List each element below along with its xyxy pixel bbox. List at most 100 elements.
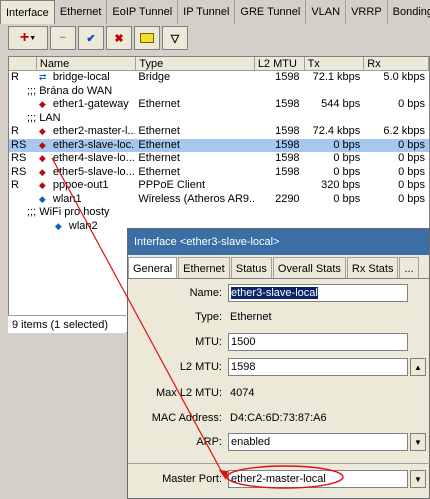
comment-button[interactable] <box>134 26 160 50</box>
tab-interface[interactable]: Interface <box>0 0 55 24</box>
master-port-select[interactable]: ether2-master-local <box>228 470 408 488</box>
cell-rx: 6.2 kbps <box>383 125 425 137</box>
col-type[interactable]: Type <box>136 57 255 70</box>
type-value: Ethernet <box>230 311 272 323</box>
mtu-input[interactable]: 1500 <box>228 333 408 351</box>
comment-row[interactable]: ;;; LAN <box>9 112 429 126</box>
master-port-row: Master Port: ether2-master-local ▼ <box>128 469 426 489</box>
dialog-tab-overall-stats[interactable]: Overall Stats <box>272 257 346 278</box>
cell-name: ◆ ether4-slave-lo... <box>37 152 137 166</box>
cell-flag <box>9 98 37 112</box>
cell-rx: 0 bps <box>398 165 425 178</box>
cell-type: Ethernet <box>138 152 180 164</box>
col-l2mtu[interactable]: L2 MTU <box>255 57 305 70</box>
ethernet-icon: ◆ <box>38 166 46 177</box>
tab-vrrp[interactable]: VRRP <box>346 0 388 24</box>
tab-gre-tunnel[interactable]: GRE Tunnel <box>235 0 307 24</box>
cell-tx: 0 bps <box>333 152 361 164</box>
cell-type: Ethernet <box>138 138 180 151</box>
tab-ip-tunnel[interactable]: IP Tunnel <box>178 0 236 24</box>
cell-name: ◆ ether5-slave-lo... <box>37 166 137 180</box>
row-comment: ;;; Brána do WAN <box>27 84 113 97</box>
mac-row: MAC Address: D4:CA:6D:73:87:A6 <box>128 408 327 428</box>
mac-label: MAC Address: <box>151 412 222 424</box>
cell-name: ◆ wlan1 <box>37 193 137 207</box>
tab-bonding[interactable]: Bonding <box>388 0 430 24</box>
cell-l2: 1598 <box>275 165 300 178</box>
table-row[interactable]: ◆ wlan1 Wireless (Atheros AR9... 2290 0 bps 0… <box>9 193 429 207</box>
tab-eoip-tunnel[interactable]: EoIP Tunnel <box>107 0 179 24</box>
interface-name: ether1-gateway <box>52 98 129 110</box>
table-header: Name Type L2 MTU Tx Rx <box>9 57 429 71</box>
cell-flag: RS <box>11 152 27 164</box>
interface-tabs: Interface Ethernet EoIP Tunnel IP Tunnel… <box>0 0 430 24</box>
name-value: ether3-slave-local <box>231 287 318 299</box>
comment-icon <box>140 33 154 43</box>
table-row[interactable]: RS ◆ ether3-slave-loc... Ethernet 1598 0 bps 0… <box>9 138 429 152</box>
l2mtu-toggle-icon[interactable]: ▲ <box>410 358 426 376</box>
table-row[interactable]: ◆ ether1-gateway Ethernet 1598 544 bps 0 bps <box>9 98 429 112</box>
toolbar: + ▼ − ✔ ✖ ▽ <box>8 26 188 52</box>
filter-button[interactable]: ▽ <box>162 26 188 50</box>
type-row: Type: Ethernet <box>128 307 272 327</box>
ethernet-icon: ◆ <box>38 139 46 150</box>
cell-tx: 544 bps <box>321 98 361 110</box>
table-body: R ⇄ bridge-local Bridge 1598 72.1 kbps 5.0 kbp… <box>9 71 429 233</box>
tab-ethernet[interactable]: Ethernet <box>55 0 108 24</box>
interface-name: ether5-slave-lo... <box>52 165 135 178</box>
row-comment: ;;; WiFi pro hosty <box>27 206 110 218</box>
cell-tx: 0 bps <box>333 165 361 178</box>
cell-flag: R <box>11 179 19 191</box>
col-tx[interactable]: Tx <box>305 57 365 70</box>
cell-name: ◆ wlan2 <box>37 220 137 234</box>
comment-row[interactable]: ;;; WiFi pro hosty <box>9 206 429 220</box>
name-input[interactable]: ether3-slave-local <box>228 284 408 302</box>
table-row[interactable]: RS ◆ ether4-slave-lo... Ethernet 1598 0 bps 0 … <box>9 152 429 166</box>
tab-vlan[interactable]: VLAN <box>306 0 347 24</box>
disable-button[interactable]: ✖ <box>106 26 132 50</box>
interface-name: pppoe-out1 <box>52 179 109 191</box>
master-port-label: Master Port: <box>162 473 222 485</box>
max-l2mtu-label: Max L2 MTU: <box>155 387 222 399</box>
mac-value: D4:CA:6D:73:87:A6 <box>230 412 327 424</box>
dialog-tab-rx-stats[interactable]: Rx Stats <box>346 257 399 278</box>
cell-l2: 1598 <box>275 125 300 137</box>
l2mtu-row: L2 MTU: 1598 ▲ <box>128 357 426 377</box>
pppoe-icon: ◆ <box>38 180 46 190</box>
bridge-icon: ⇄ <box>38 72 47 82</box>
dialog-tab-status[interactable]: Status <box>230 257 272 278</box>
table-row[interactable]: RS ◆ ether5-slave-lo... Ethernet 1598 0 bps 0 … <box>9 166 429 180</box>
arp-row: ARP: enabled ▼ <box>128 432 426 452</box>
master-port-dropdown-icon[interactable]: ▼ <box>410 470 426 488</box>
cell-rx: 0 bps <box>398 179 425 191</box>
table-row[interactable]: R ◆ pppoe-out1 PPPoE Client 320 bps 0 bps <box>9 179 429 193</box>
dialog-tab-general[interactable]: General <box>128 257 178 278</box>
arp-dropdown-icon[interactable]: ▼ <box>410 433 426 451</box>
chevron-down-icon: ▼ <box>29 34 37 42</box>
cell-name: ◆ ether2-master-l... <box>37 125 137 139</box>
interface-name: bridge-local <box>52 71 110 83</box>
add-button[interactable]: + ▼ <box>8 26 48 50</box>
interface-name: ether2-master-l... <box>52 125 137 137</box>
table-row[interactable]: R ⇄ bridge-local Bridge 1598 72.1 kbps 5.0 kbp… <box>9 71 429 85</box>
arp-select[interactable]: enabled <box>228 433 408 451</box>
enable-button[interactable]: ✔ <box>78 26 104 50</box>
col-flags[interactable] <box>9 57 37 70</box>
col-name[interactable]: Name <box>37 57 137 70</box>
comment-row[interactable]: ;;; Brána do WAN <box>9 85 429 99</box>
cell-name: ⇄ bridge-local <box>37 71 137 85</box>
table-row[interactable]: R ◆ ether2-master-l... Ethernet 1598 72.4 kbp… <box>9 125 429 139</box>
l2mtu-input[interactable]: 1598 <box>228 358 408 376</box>
cell-tx: 0 bps <box>333 138 361 151</box>
l2mtu-label: L2 MTU: <box>179 361 222 373</box>
remove-button[interactable]: − <box>50 26 76 50</box>
col-rx[interactable]: Rx <box>364 57 429 70</box>
dialog-tab-more[interactable]: ... <box>399 257 419 278</box>
arp-label: ARP: <box>196 436 222 448</box>
dialog-tab-ethernet[interactable]: Ethernet <box>178 257 230 278</box>
divider <box>128 463 430 464</box>
cell-tx: 72.4 kbps <box>312 125 361 137</box>
plus-icon: + <box>19 29 30 46</box>
cell-l2: 1598 <box>275 138 300 151</box>
cell-l2: 1598 <box>275 152 300 164</box>
